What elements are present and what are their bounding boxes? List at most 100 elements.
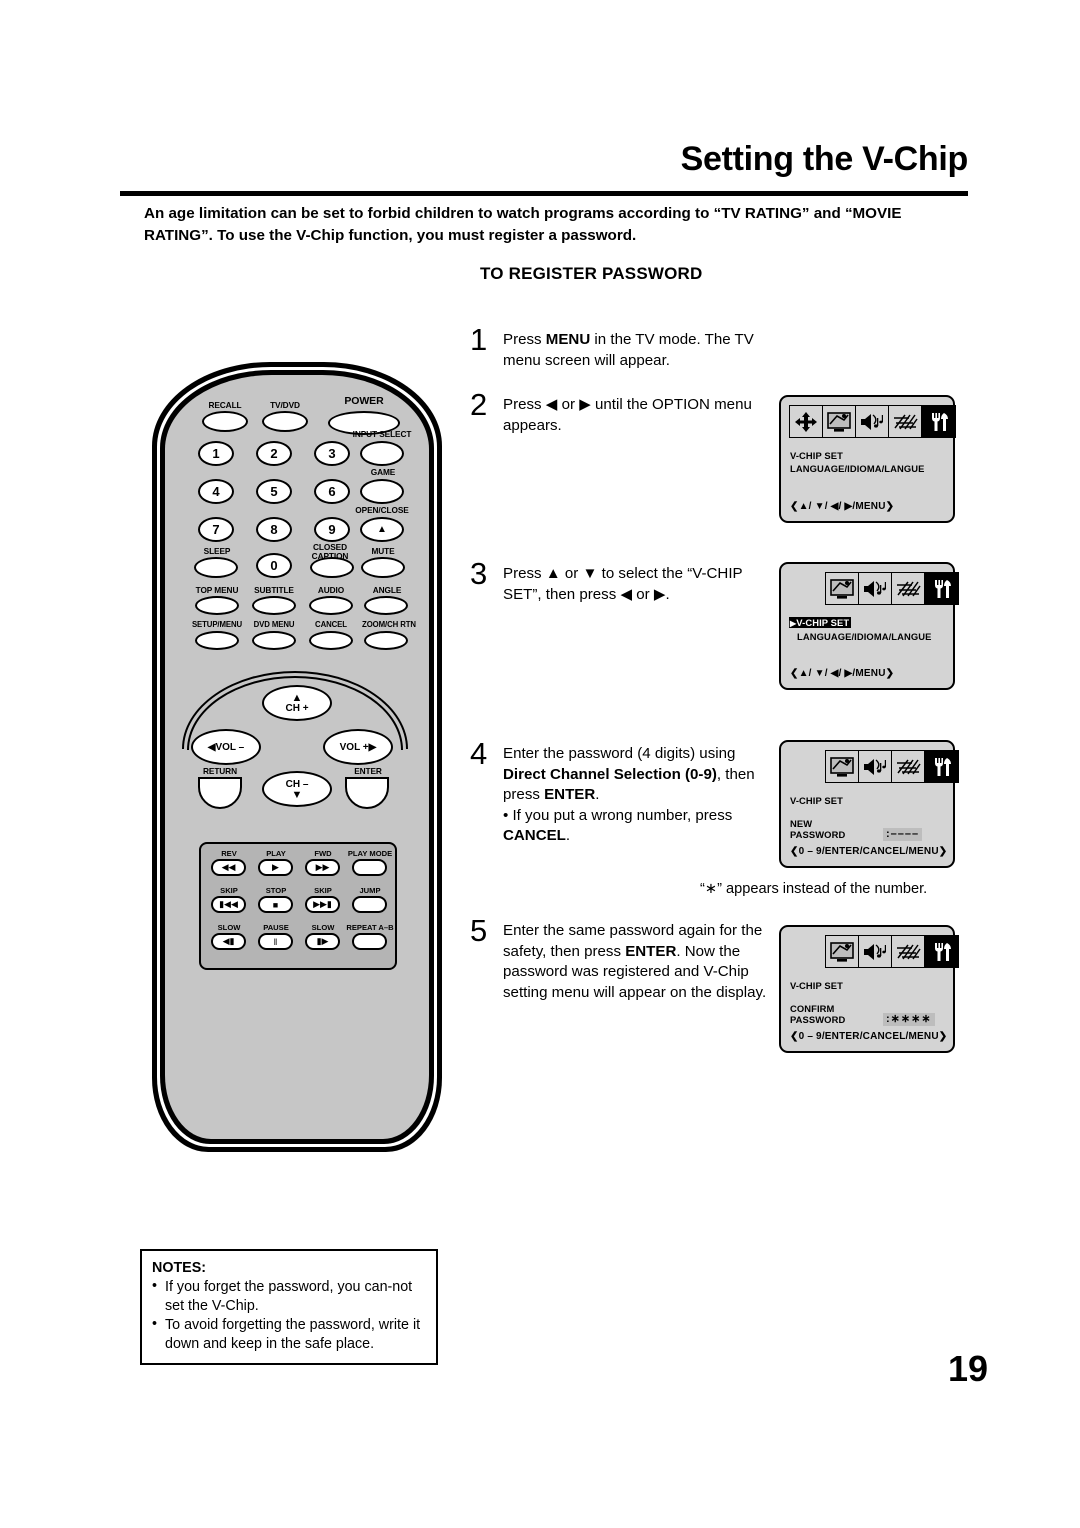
skip-back-button[interactable]: ▮◀◀ — [211, 896, 246, 913]
notes-box: NOTES: If you forget the password, you c… — [140, 1249, 438, 1365]
picture-icon — [826, 751, 859, 782]
cancel-button[interactable] — [309, 631, 353, 650]
return-button[interactable] — [198, 777, 242, 809]
angle-button[interactable] — [364, 596, 408, 615]
pause-button[interactable]: ‖ — [258, 933, 293, 950]
password-field[interactable]: :∗∗∗∗ — [883, 1013, 935, 1026]
audio-icon — [859, 573, 892, 604]
step-number: 1 — [470, 322, 488, 357]
osd-field-label-line2: PASSWORD — [790, 1014, 846, 1025]
key-0[interactable]: 0 — [256, 553, 292, 578]
ch-down-label: CH – — [285, 778, 309, 790]
osd-line-language: LANGUAGE/IDIOMA/LANGUE — [790, 463, 925, 474]
input-select-button[interactable] — [360, 441, 404, 466]
setup-menu-label: SETUP/MENU — [191, 620, 243, 629]
channel-down-button[interactable]: CH – ▼ — [262, 771, 332, 807]
note-item: To avoid forgetting the password, write … — [152, 1315, 426, 1354]
triangle-right-icon: ▶ — [368, 741, 377, 753]
slow-back-button[interactable]: ◀▮ — [211, 933, 246, 950]
password-field[interactable]: :–––– — [883, 828, 923, 841]
cancel-label: CANCEL — [315, 620, 347, 629]
top-menu-button[interactable] — [195, 596, 239, 615]
enter-button[interactable] — [345, 777, 389, 809]
return-label: RETURN — [203, 766, 237, 776]
osd-nav-hint: ❮▲/ ▼/ ◀/ ▶/MENU❯ — [790, 501, 895, 512]
picture-icon — [823, 406, 856, 437]
osd-field-label-line1: NEW — [790, 818, 813, 829]
volume-up-button[interactable]: VOL + ▶ — [323, 729, 393, 765]
key-1[interactable]: 1 — [198, 441, 234, 466]
key-3[interactable]: 3 — [314, 441, 350, 466]
zoom-ch-rtn-label: ZOOM/CH RTN — [362, 620, 416, 629]
setup-menu-button[interactable] — [195, 631, 239, 650]
zoom-ch-rtn-button[interactable] — [364, 631, 408, 650]
note-item: If you forget the password, you can-not … — [152, 1277, 426, 1316]
rev-button[interactable]: ◀◀ — [211, 859, 246, 876]
key-2[interactable]: 2 — [256, 441, 292, 466]
step-5: 5 Enter the same password again for the … — [470, 915, 770, 1003]
repeat-ab-button[interactable] — [352, 933, 387, 950]
antenna-icon — [892, 936, 925, 967]
osd-nav-hint: ❮0 – 9/ENTER/CANCEL/MENU❯ — [790, 1031, 948, 1042]
remote-body: RECALL TV/DVD POWER 1 2 3 INPUT SELECT 4… — [165, 375, 429, 1139]
page-number: 19 — [947, 1348, 988, 1389]
mute-button[interactable] — [361, 557, 405, 578]
jump-button[interactable] — [352, 896, 387, 913]
osd-line-vchip-set: V-CHIP SET — [790, 450, 843, 461]
power-label: POWER — [344, 395, 384, 407]
volume-down-button[interactable]: ◀ VOL – — [191, 729, 261, 765]
setup-icon — [922, 406, 955, 437]
sleep-button[interactable] — [194, 557, 238, 578]
open-close-button[interactable]: ▲ — [360, 517, 404, 542]
recall-button[interactable] — [202, 411, 248, 432]
fwd-button[interactable]: ▶▶ — [305, 859, 340, 876]
recall-label: RECALL — [208, 400, 242, 410]
game-label: GAME — [370, 467, 396, 477]
closed-caption-button[interactable] — [310, 557, 354, 578]
section-heading: TO REGISTER PASSWORD — [480, 264, 703, 283]
dvd-menu-button[interactable] — [252, 631, 296, 650]
intro-paragraph: An age limitation can be set to forbid c… — [144, 205, 902, 244]
channel-up-button[interactable]: ▲ CH + — [262, 685, 332, 721]
key-4[interactable]: 4 — [198, 479, 234, 504]
play-button[interactable]: ▶ — [258, 859, 293, 876]
sleep-label: SLEEP — [203, 546, 231, 556]
step-text: Press ◀ or ▶ until the OPTION menu appea… — [503, 396, 752, 434]
skip-fwd-button[interactable]: ▶▶▮ — [305, 896, 340, 913]
top-menu-label: TOP MENU — [195, 585, 239, 595]
stop-button[interactable]: ■ — [258, 896, 293, 913]
osd-screen-new-password: V-CHIP SET NEW PASSWORD :–––– ❮0 – 9/ENT… — [779, 740, 959, 868]
setup-icon — [925, 936, 958, 967]
setup-icon — [925, 751, 958, 782]
step-text: Press ▲ or ▼ to select the “V-CHIP SET”,… — [503, 565, 743, 603]
triangle-up-icon: ▲ — [291, 691, 303, 704]
step-1: 1 Press MENU in the TV mode. The TV menu… — [470, 324, 770, 371]
audio-button[interactable] — [309, 596, 353, 615]
open-close-label: OPEN/CLOSE — [355, 505, 409, 515]
osd-icon-row — [825, 572, 959, 605]
navigation-icon — [790, 406, 823, 437]
subtitle-button[interactable] — [252, 596, 296, 615]
subtitle-label: SUBTITLE — [254, 585, 294, 595]
game-button[interactable] — [360, 479, 404, 504]
notes-list: If you forget the password, you can-not … — [152, 1277, 426, 1354]
slow-fwd-button[interactable]: ▮▶ — [305, 933, 340, 950]
step-text: Enter the password (4 digits) using Dire… — [503, 745, 755, 803]
step-number: 2 — [470, 387, 488, 422]
play-mode-button[interactable] — [352, 859, 387, 876]
tvdvd-label: TV/DVD — [270, 400, 300, 410]
ch-up-label: CH + — [285, 702, 309, 714]
antenna-icon — [892, 573, 925, 604]
title-divider — [120, 190, 968, 196]
osd-line-language: LANGUAGE/IDIOMA/LANGUE — [797, 631, 932, 642]
nav-cluster: ▲ CH + ◀ VOL – VOL + ▶ CH – ▼ RETURN ENTER — [165, 663, 425, 843]
key-6[interactable]: 6 — [314, 479, 350, 504]
osd-nav-hint: ❮▲/ ▼/ ◀/ ▶/MENU❯ — [790, 668, 895, 679]
key-5[interactable]: 5 — [256, 479, 292, 504]
key-9[interactable]: 9 — [314, 517, 350, 542]
tv-dvd-button[interactable] — [262, 411, 308, 432]
key-7[interactable]: 7 — [198, 517, 234, 542]
key-8[interactable]: 8 — [256, 517, 292, 542]
slow-back-label: SLOW — [217, 923, 241, 932]
osd-screen-confirm-password: V-CHIP SET CONFIRM PASSWORD :∗∗∗∗ ❮0 – 9… — [779, 925, 959, 1053]
